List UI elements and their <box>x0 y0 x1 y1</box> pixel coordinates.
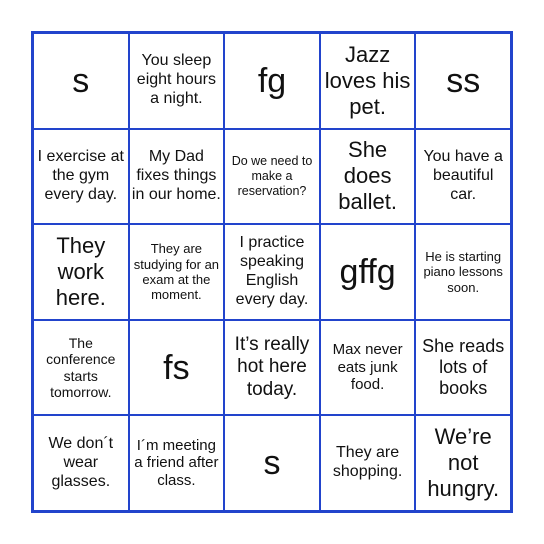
bingo-card: s You sleep eight hours a night. fg Jazz… <box>31 31 513 513</box>
bingo-cell[interactable]: I exercise at the gym every day. <box>33 128 129 225</box>
cell-text: You have a beautiful car. <box>423 148 503 203</box>
cell-text: s <box>263 444 281 483</box>
cell-text: It’s really hot here today. <box>234 333 310 400</box>
bingo-cell[interactable]: Max never eats junk food. <box>319 319 416 416</box>
bingo-cell[interactable]: Do we need to make a reservation? <box>224 128 320 225</box>
bingo-cell[interactable]: It’s really hot here today. <box>224 319 320 416</box>
bingo-cell[interactable]: He is starting piano lessons soon. <box>415 224 511 320</box>
bingo-cell[interactable]: They are shopping. <box>319 415 416 511</box>
bingo-cell[interactable]: She does ballet. <box>319 128 416 225</box>
bingo-cell[interactable]: ss <box>415 33 511 129</box>
cell-text: They are studying for an exam at the mom… <box>133 241 220 303</box>
cell-text: You sleep eight hours a night. <box>136 52 216 108</box>
cell-text: The conference starts tomorrow. <box>46 334 116 401</box>
cell-text: s <box>72 61 90 100</box>
cell-text: She does ballet. <box>338 137 397 215</box>
bingo-cell[interactable]: gffg <box>319 224 416 320</box>
bingo-cell[interactable]: We don´t wear glasses. <box>33 415 129 511</box>
cell-text: fg <box>257 61 287 100</box>
bingo-cell[interactable]: We’re not hungry. <box>415 415 511 511</box>
bingo-cell[interactable]: I practice speaking English every day. <box>224 224 320 320</box>
bingo-cell[interactable]: s <box>33 33 129 129</box>
bingo-cell[interactable]: You sleep eight hours a night. <box>128 33 225 129</box>
cell-text: He is starting piano lessons soon. <box>423 249 503 295</box>
cell-text: I´m meeting a friend after class. <box>134 436 219 490</box>
bingo-cell[interactable]: fs <box>128 319 225 416</box>
cell-text: My Dad fixes things in our home. <box>131 148 221 203</box>
bingo-cell[interactable]: fg <box>224 33 320 129</box>
cell-text: She reads lots of books <box>422 335 505 399</box>
bingo-cell[interactable]: I´m meeting a friend after class. <box>128 415 225 511</box>
bingo-cell[interactable]: They are studying for an exam at the mom… <box>128 224 225 320</box>
cell-text: Jazz loves his pet. <box>324 41 411 119</box>
cell-text: I practice speaking English every day. <box>235 234 309 308</box>
cell-text: Do we need to make a reservation? <box>231 154 313 198</box>
bingo-cell[interactable]: Jazz loves his pet. <box>319 33 416 129</box>
bingo-cell[interactable]: s <box>224 415 320 511</box>
cell-text: Max never eats junk food. <box>332 341 403 394</box>
cell-text: They work here. <box>55 233 106 310</box>
cell-text: They are shopping. <box>332 444 403 481</box>
bingo-cell[interactable]: You have a beautiful car. <box>415 128 511 225</box>
bingo-cell[interactable]: My Dad fixes things in our home. <box>128 128 225 225</box>
cell-text: fs <box>163 348 190 387</box>
cell-text: We don´t wear glasses. <box>48 434 114 490</box>
bingo-cell[interactable]: She reads lots of books <box>415 319 511 416</box>
cell-text: I exercise at the gym every day. <box>37 148 124 203</box>
cell-text: gffg <box>339 252 396 291</box>
bingo-cell[interactable]: The conference starts tomorrow. <box>33 319 129 416</box>
cell-text: We’re not hungry. <box>427 424 500 502</box>
bingo-cell[interactable]: They work here. <box>33 224 129 320</box>
cell-text: ss <box>446 61 481 100</box>
